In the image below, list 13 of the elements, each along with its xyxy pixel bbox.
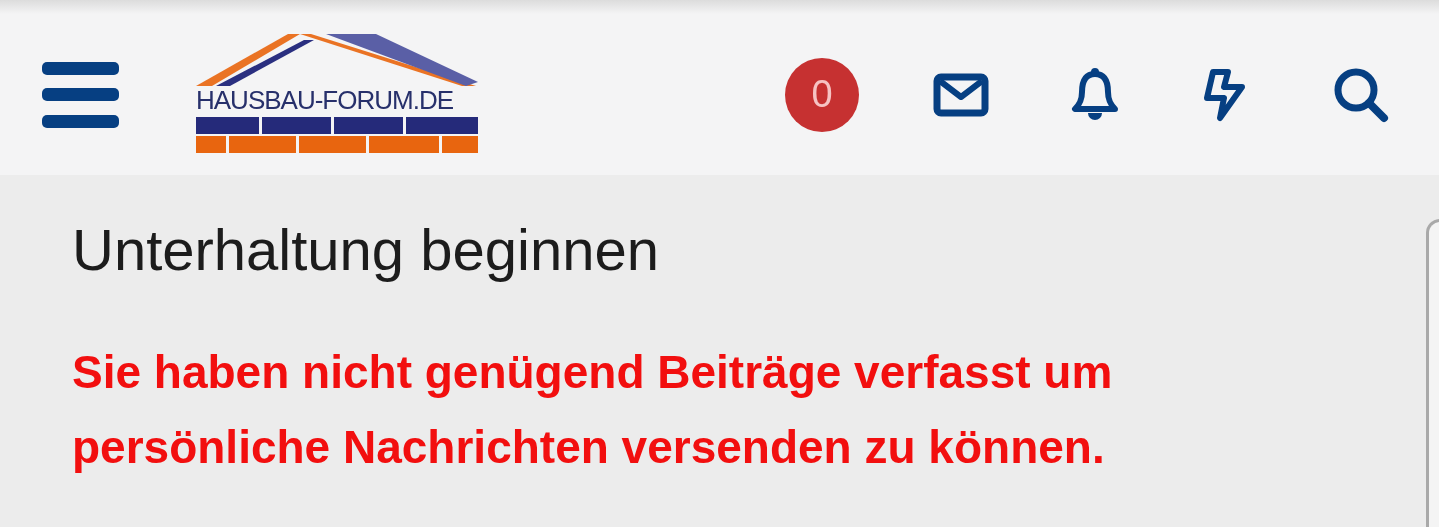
bell-icon xyxy=(1071,67,1119,122)
menu-icon xyxy=(42,61,119,128)
error-message: Sie haben nicht genügend Beiträge verfasst um persönliche Nachrichten versenden zu können. xyxy=(72,344,1114,475)
whats-new-button[interactable] xyxy=(1203,67,1247,122)
inbox-button[interactable] xyxy=(933,72,989,117)
lightning-icon xyxy=(1203,67,1247,122)
site-logo[interactable]: HAUSBAU-FORUM.DE xyxy=(196,34,478,155)
menu-button[interactable] xyxy=(42,61,119,128)
alerts-button[interactable] xyxy=(1071,67,1119,122)
search-icon xyxy=(1333,66,1389,123)
search-button[interactable] xyxy=(1333,66,1389,123)
envelope-icon xyxy=(933,72,989,117)
page-title: Unterhaltung beginnen xyxy=(72,216,660,284)
